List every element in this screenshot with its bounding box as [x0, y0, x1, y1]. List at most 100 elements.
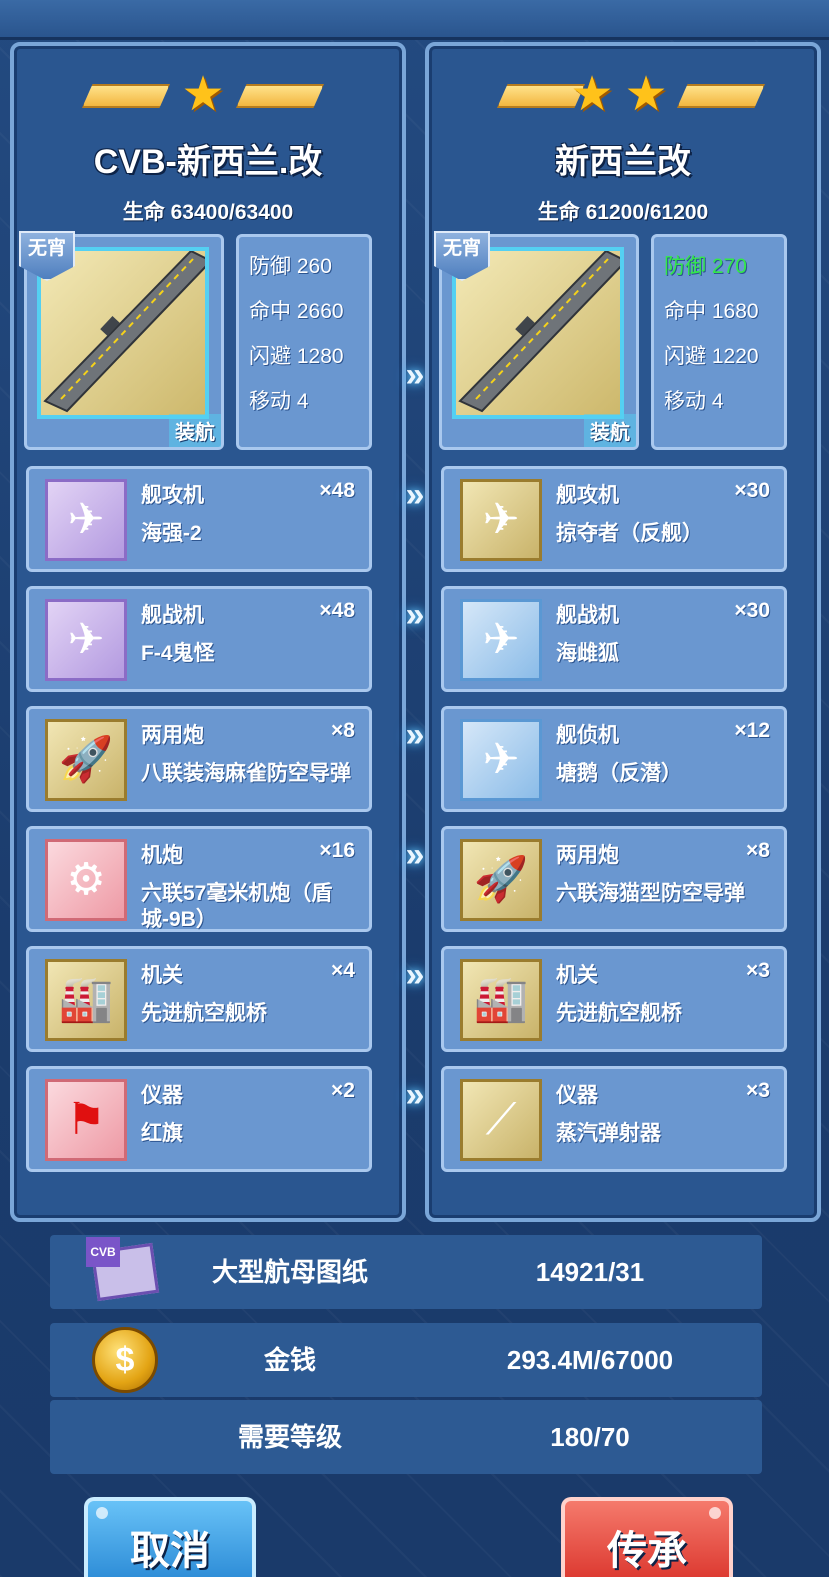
- bridge-icon: 🏭: [45, 959, 127, 1041]
- top-tab: [20, 0, 130, 34]
- star-bar-right: [677, 84, 765, 108]
- slot-category: 两用炮: [141, 724, 204, 747]
- star-icon: ★: [570, 68, 614, 121]
- equipment-slot[interactable]: ⟋ 仪器 ×3 蒸汽弹射器: [441, 1066, 787, 1172]
- slot-name: 先进航空舰桥: [141, 1002, 267, 1025]
- stat-accuracy: 命中 1680: [664, 300, 759, 323]
- carrier-icon: [458, 249, 628, 413]
- stat-accuracy: 命中 2660: [249, 300, 344, 323]
- slot-name: 六联海猫型防空导弹: [556, 882, 745, 905]
- ship-hp: 生命 61200/61200: [537, 201, 709, 224]
- plane-icon: ✈: [45, 479, 127, 561]
- equipment-slot[interactable]: ⚑ 仪器 ×2 红旗: [26, 1066, 372, 1172]
- equipment-slot[interactable]: ✈ 舰战机 ×48 F-4鬼怪: [26, 586, 372, 692]
- ship-portrait: [37, 247, 213, 419]
- current-ship-panel: ★ CVB-新西兰.改 生命 63400/63400 无宵 装航 防御 260 …: [10, 42, 406, 1222]
- cost-value: 14921/31: [535, 1257, 645, 1287]
- plane-icon: ✈: [460, 719, 542, 801]
- cancel-button-label: 取消: [130, 1529, 210, 1573]
- catapult-icon: ⟋: [460, 1079, 542, 1161]
- slot-count: ×30: [734, 599, 770, 622]
- ship-name: 新西兰改: [555, 143, 691, 181]
- cost-value: 180/70: [550, 1422, 630, 1452]
- slot-count: ×8: [746, 839, 770, 862]
- slot-category: 舰攻机: [556, 484, 619, 507]
- cost-level-row: 需要等级 180/70: [50, 1400, 762, 1474]
- slot-name: 蒸汽弹射器: [556, 1122, 661, 1145]
- equipment-slot[interactable]: ✈ 舰侦机 ×12 塘鹅（反潜）: [441, 706, 787, 812]
- slot-count: ×12: [734, 719, 770, 742]
- button-rivet: [709, 1507, 721, 1519]
- slot-name: 掠夺者（反舰）: [556, 522, 703, 545]
- star-bar-left: [82, 84, 170, 108]
- slot-name: 八联装海麻雀防空导弹: [141, 762, 351, 785]
- cancel-button[interactable]: 取消: [84, 1497, 256, 1577]
- slot-category: 舰攻机: [141, 484, 204, 507]
- target-ship-panel: ★ ★ 新西兰改 生命 61200/61200 无宵 装航 防御 270 命中 …: [425, 42, 821, 1222]
- ship-portrait-frame[interactable]: 无宵 装航: [19, 231, 224, 450]
- inherit-button[interactable]: 传承: [561, 1497, 733, 1577]
- coin-icon: $: [92, 1327, 158, 1393]
- stats-box: 防御 270 命中 1680 闪避 1220 移动 4: [651, 234, 787, 450]
- bridge-icon: 🏭: [460, 959, 542, 1041]
- equipment-slot[interactable]: 🚀 两用炮 ×8 六联海猫型防空导弹: [441, 826, 787, 932]
- equipment-slot[interactable]: ✈ 舰攻机 ×48 海强-2: [26, 466, 372, 572]
- slot-name: 海雌狐: [556, 642, 619, 665]
- jet-icon: ✈: [460, 479, 542, 561]
- slot-name: 红旗: [141, 1122, 183, 1145]
- slot-category: 机关: [556, 964, 598, 987]
- slot-count: ×3: [746, 1079, 770, 1102]
- slot-count: ×8: [331, 719, 355, 742]
- slot-name: 先进航空舰桥: [556, 1002, 682, 1025]
- slot-name: F-4鬼怪: [141, 642, 215, 665]
- equipment-slot[interactable]: 🚀 两用炮 ×8 八联装海麻雀防空导弹: [26, 706, 372, 812]
- equipment-slot[interactable]: ✈ 舰战机 ×30 海雌狐: [441, 586, 787, 692]
- slot-category: 舰战机: [556, 604, 619, 627]
- gun-icon: ⚙: [45, 839, 127, 921]
- star-rating: ★ ★: [429, 68, 817, 121]
- cost-blueprint-row: CVB 大型航母图纸 14921/31: [50, 1235, 762, 1309]
- slot-name: 海强-2: [141, 522, 202, 545]
- stat-defense: 防御 270: [664, 255, 747, 278]
- cost-label: 金钱: [263, 1345, 316, 1375]
- top-tab: [200, 0, 310, 34]
- slot-count: ×48: [319, 479, 355, 502]
- cost-label: 大型航母图纸: [211, 1257, 368, 1287]
- equipment-slot[interactable]: ✈ 舰攻机 ×30 掠夺者（反舰）: [441, 466, 787, 572]
- jet-icon: ✈: [460, 599, 542, 681]
- equipment-slot[interactable]: ⚙ 机炮 ×16 六联57毫米机炮（盾城-9B）: [26, 826, 372, 932]
- slot-category: 舰战机: [141, 604, 204, 627]
- slot-category: 仪器: [141, 1084, 183, 1107]
- slot-category: 仪器: [556, 1084, 598, 1107]
- missile-icon: 🚀: [460, 839, 542, 921]
- stat-defense: 防御 260: [249, 255, 332, 278]
- slot-name: 塘鹅（反潜）: [556, 762, 682, 785]
- ship-portrait: [452, 247, 628, 419]
- top-tab-strip: [0, 0, 829, 40]
- top-tab: [560, 0, 670, 34]
- slot-category: 机炮: [141, 844, 183, 867]
- ship-portrait-frame[interactable]: 无宵 装航: [434, 231, 639, 450]
- slot-count: ×16: [319, 839, 355, 862]
- slot-count: ×30: [734, 479, 770, 502]
- missile-icon: 🚀: [45, 719, 127, 801]
- stat-evasion: 闪避 1280: [249, 345, 344, 368]
- slot-count: ×2: [331, 1079, 355, 1102]
- stat-evasion: 闪避 1220: [664, 345, 759, 368]
- cost-money-row: $ 金钱 293.4M/67000: [50, 1323, 762, 1397]
- slot-category: 舰侦机: [556, 724, 619, 747]
- equipment-slot[interactable]: 🏭 机关 ×4 先进航空舰桥: [26, 946, 372, 1052]
- star-bar-right: [236, 84, 324, 108]
- stat-move: 移动 4: [664, 390, 724, 413]
- slot-count: ×48: [319, 599, 355, 622]
- ship-name: CVB-新西兰.改: [93, 143, 323, 181]
- stats-box: 防御 260 命中 2660 闪避 1280 移动 4: [236, 234, 372, 450]
- slot-category: 两用炮: [556, 844, 619, 867]
- ship-hp: 生命 63400/63400: [122, 201, 294, 224]
- equipment-slot[interactable]: 🏭 机关 ×3 先进航空舰桥: [441, 946, 787, 1052]
- jet-icon: ✈: [45, 599, 127, 681]
- carrier-icon: [43, 249, 213, 413]
- slot-count: ×3: [746, 959, 770, 982]
- cost-value: 293.4M/67000: [506, 1345, 674, 1375]
- star-rating: ★: [14, 68, 402, 120]
